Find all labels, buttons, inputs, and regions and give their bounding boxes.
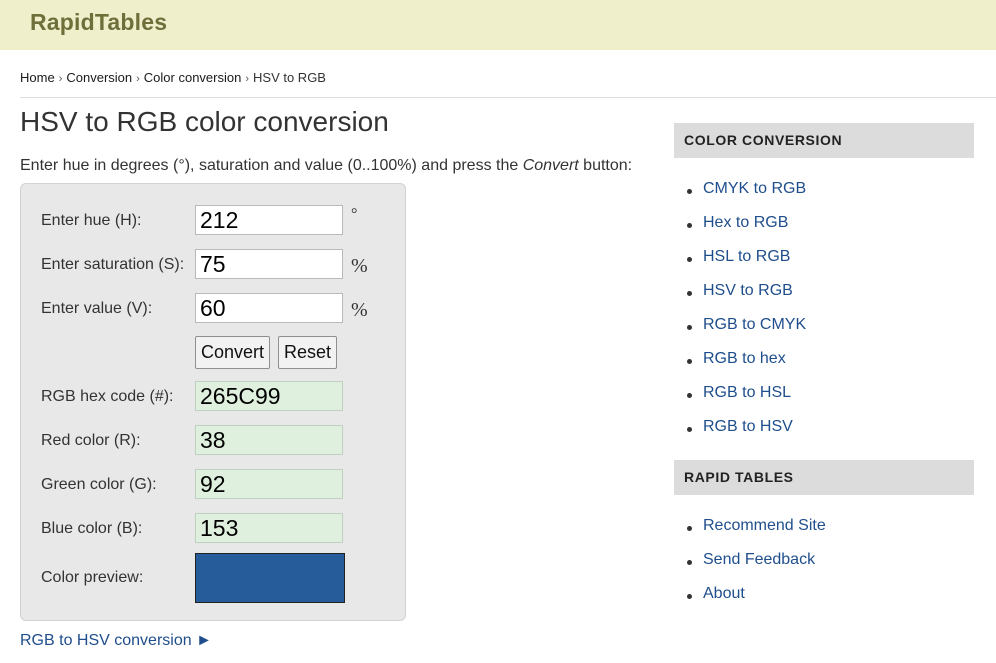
top-bar: RapidTables xyxy=(0,0,996,50)
hex-output[interactable] xyxy=(195,381,343,411)
percent-unit: % xyxy=(351,255,368,277)
breadcrumb-home[interactable]: Home xyxy=(20,70,55,85)
intro-emphasis: Convert xyxy=(522,157,579,174)
intro-text: Enter hue in degrees (°), saturation and… xyxy=(20,157,632,175)
list-item: HSL to RGB xyxy=(684,248,806,282)
saturation-input[interactable] xyxy=(195,249,343,279)
sidebar-link-send-feedback[interactable]: Send Feedback xyxy=(703,551,815,568)
green-output[interactable] xyxy=(195,469,343,499)
breadcrumb-conversion[interactable]: Conversion xyxy=(66,70,132,85)
breadcrumb-separator: › xyxy=(245,73,250,85)
blue-output[interactable] xyxy=(195,513,343,543)
divider xyxy=(20,97,996,98)
converter-panel: Enter hue (H): ° Enter saturation (S): %… xyxy=(20,183,406,621)
sidebar-link-hsv-to-rgb[interactable]: HSV to RGB xyxy=(703,282,793,299)
list-item: RGB to CMYK xyxy=(684,316,806,350)
reset-button[interactable]: Reset xyxy=(278,336,338,369)
percent-unit: % xyxy=(351,299,368,321)
list-item: RGB to HSV xyxy=(684,418,806,452)
convert-button[interactable]: Convert xyxy=(195,336,271,369)
sidebar-link-about[interactable]: About xyxy=(703,585,745,602)
sidebar-rapid-tables-list: Recommend Site Send Feedback About xyxy=(684,517,826,619)
list-item: RGB to hex xyxy=(684,350,806,384)
list-item: CMYK to RGB xyxy=(684,180,806,214)
site-logo[interactable]: RapidTables xyxy=(30,9,167,36)
breadcrumb-current: HSV to RGB xyxy=(253,70,326,85)
sidebar-link-rgb-to-cmyk[interactable]: RGB to CMYK xyxy=(703,316,806,333)
hue-input[interactable] xyxy=(195,205,343,235)
sidebar-link-hsl-to-rgb[interactable]: HSL to RGB xyxy=(703,248,790,265)
rgb-to-hsv-link[interactable]: RGB to HSV conversion ► xyxy=(20,632,212,650)
sidebar-heading-rapid-tables: RAPID TABLES xyxy=(674,460,974,495)
sidebar-heading-text: RAPID TABLES xyxy=(684,469,794,485)
intro-after: button: xyxy=(578,157,633,174)
red-label: Red color (R): xyxy=(41,432,141,449)
color-preview-swatch xyxy=(195,553,345,603)
list-item: About xyxy=(684,585,826,619)
sidebar-heading-text: COLOR CONVERSION xyxy=(684,132,843,148)
degree-unit: ° xyxy=(351,206,358,223)
sidebar-link-recommend-site[interactable]: Recommend Site xyxy=(703,517,826,534)
hue-label: Enter hue (H): xyxy=(41,212,142,229)
list-item: HSV to RGB xyxy=(684,282,806,316)
sidebar-link-rgb-to-hsv[interactable]: RGB to HSV xyxy=(703,418,793,435)
sidebar-link-rgb-to-hsl[interactable]: RGB to HSL xyxy=(703,384,791,401)
sidebar-color-conversion-list: CMYK to RGB Hex to RGB HSL to RGB HSV to… xyxy=(684,180,806,452)
value-label: Enter value (V): xyxy=(41,300,153,317)
value-input[interactable] xyxy=(195,293,343,323)
hex-label: RGB hex code (#): xyxy=(41,388,174,405)
breadcrumb-separator: › xyxy=(136,73,140,85)
sidebar-link-hex-to-rgb[interactable]: Hex to RGB xyxy=(703,214,788,231)
red-output[interactable] xyxy=(195,425,343,455)
saturation-label: Enter saturation (S): xyxy=(41,256,185,273)
breadcrumb-color-conversion[interactable]: Color conversion xyxy=(144,70,242,85)
list-item: Send Feedback xyxy=(684,551,826,585)
preview-label: Color preview: xyxy=(41,569,144,586)
breadcrumb: Home › Conversion › Color conversion › HSV to … xyxy=(20,70,326,85)
breadcrumb-separator: › xyxy=(58,73,63,85)
sidebar-heading-color-conversion: COLOR CONVERSION xyxy=(674,123,974,158)
page-title: HSV to RGB color conversion xyxy=(20,106,389,137)
sidebar-link-rgb-to-hex[interactable]: RGB to hex xyxy=(703,350,786,367)
blue-label: Blue color (B): xyxy=(41,520,143,537)
list-item: RGB to HSL xyxy=(684,384,806,418)
intro-before: Enter hue in degrees (°), saturation and… xyxy=(20,157,523,174)
list-item: Hex to RGB xyxy=(684,214,806,248)
sidebar-link-cmyk-to-rgb[interactable]: CMYK to RGB xyxy=(703,180,806,197)
list-item: Recommend Site xyxy=(684,517,826,551)
green-label: Green color (G): xyxy=(41,476,157,493)
